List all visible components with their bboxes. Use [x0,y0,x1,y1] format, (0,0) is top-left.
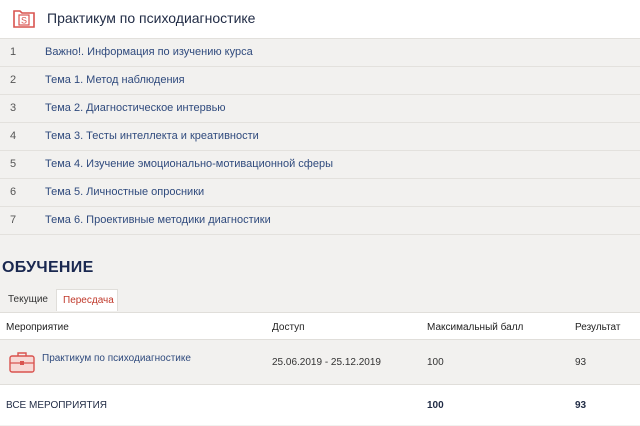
max-score: 100 [427,357,444,368]
topic-number: 6 [10,186,17,198]
training-section-title: ОБУЧЕНИЕ [2,259,94,276]
topic-number: 4 [10,130,17,142]
course-header: S Практикум по психодиагностике [0,0,640,39]
event-link[interactable]: Практикум по психодиагностике [42,353,191,364]
training-table: Мероприятие Доступ Максимальный балл Рез… [0,312,640,425]
briefcase-icon [9,352,35,373]
course-s-icon: S [13,10,35,28]
tab-current[interactable]: Текущие [2,289,51,311]
topic-link[interactable]: Тема 1. Метод наблюдения [45,74,185,86]
topic-link[interactable]: Тема 2. Диагностическое интервью [45,102,226,114]
result-score: 93 [575,357,587,368]
topic-number: 3 [10,102,17,114]
total-result-score: 93 [575,400,587,411]
column-header-result: Результат [575,322,621,333]
topic-row[interactable]: 7 Тема 6. Проективные методики диагности… [0,207,640,235]
topic-row[interactable]: 4 Тема 3. Тесты интеллекта и креативност… [0,123,640,151]
topic-number: 1 [10,46,17,58]
topic-link[interactable]: Тема 6. Проективные методики диагностики [45,214,271,226]
topic-row[interactable]: 2 Тема 1. Метод наблюдения [0,67,640,95]
topic-row[interactable]: 5 Тема 4. Изучение эмоционально-мотиваци… [0,151,640,179]
course-title: Практикум по психодиагностике [47,10,256,26]
topic-row[interactable]: 3 Тема 2. Диагностическое интервью [0,95,640,123]
topic-row[interactable]: 1 Важно!. Информация по изучению курса [0,39,640,67]
column-header-max: Максимальный балл [427,322,524,333]
topic-link[interactable]: Тема 5. Личностные опросники [45,186,204,198]
table-total-row: ВСЕ МЕРОПРИЯТИЯ 100 93 [0,385,640,425]
topic-list: 1 Важно!. Информация по изучению курса 2… [0,39,640,235]
topic-number: 5 [10,158,17,170]
topic-link[interactable]: Тема 4. Изучение эмоционально-мотивацион… [45,158,333,170]
column-header-access: Доступ [272,322,305,333]
topic-link[interactable]: Важно!. Информация по изучению курса [45,46,253,58]
access-period: 25.06.2019 - 25.12.2019 [272,357,381,368]
topic-row[interactable]: 6 Тема 5. Личностные опросники [0,179,640,207]
table-header: Мероприятие Доступ Максимальный балл Рез… [0,313,640,339]
table-row: Практикум по психодиагностике 25.06.2019… [0,339,640,385]
topic-number: 7 [10,214,17,226]
total-label: ВСЕ МЕРОПРИЯТИЯ [6,400,108,411]
topic-link[interactable]: Тема 3. Тесты интеллекта и креативности [45,130,259,142]
column-header-event: Мероприятие [6,322,69,333]
total-max-score: 100 [427,400,444,411]
topic-number: 2 [10,74,17,86]
tab-retake[interactable]: Пересдача [56,289,118,311]
svg-text:S: S [21,16,27,26]
